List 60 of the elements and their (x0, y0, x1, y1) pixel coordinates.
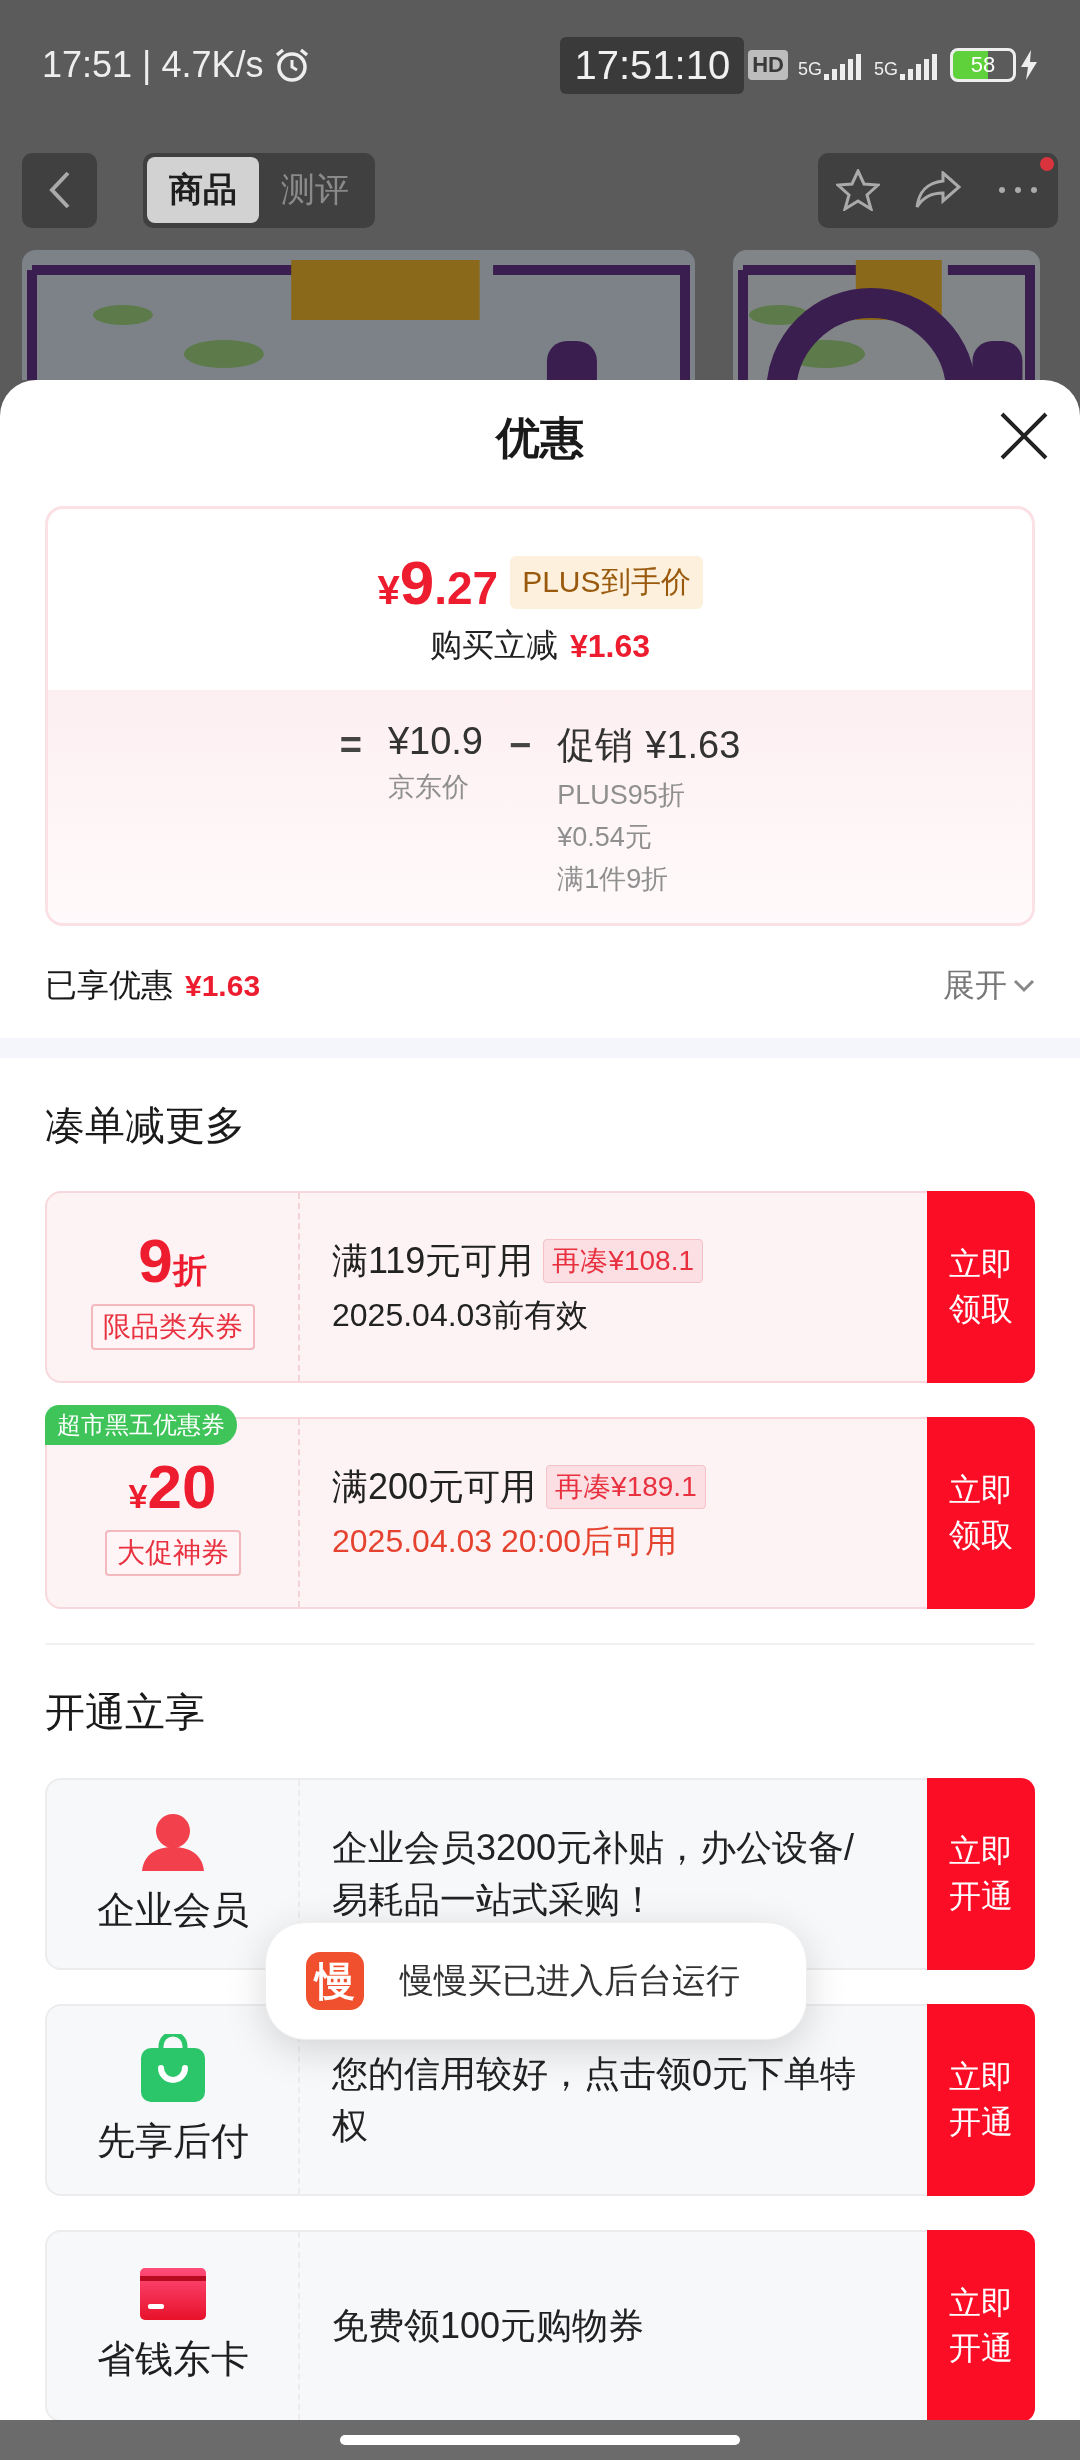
alarm-icon (273, 47, 310, 83)
tab[interactable]: 商品 (147, 157, 259, 223)
network-speed: 4.7K/s (161, 44, 264, 86)
coupon-condition: 满200元可用 (332, 1464, 537, 1509)
coupon-validity: 2025.04.03 20:00后可用 (332, 1521, 679, 1561)
coupon-ribbon: 超市黑五优惠券 (45, 1405, 237, 1445)
coupon-tag: 大促神券 (104, 1529, 241, 1576)
coupon-validity: 2025.04.03前有效 (332, 1295, 590, 1335)
final-price: ¥9.27 (377, 547, 499, 618)
clock-overlay: 17:51:10 (560, 36, 745, 94)
tab[interactable]: 测评 (259, 157, 371, 223)
coupon-tag: 限品类东券 (90, 1303, 255, 1350)
status-time: 17:51 (42, 44, 133, 86)
promo-detail: PLUS95折 (557, 779, 686, 812)
promo-label: 促销 (557, 723, 634, 768)
promo-detail: ¥0.54元 (557, 821, 653, 854)
claim-button[interactable]: 立即领取 (927, 1191, 1035, 1383)
savings-amount: ¥1.63 (185, 969, 261, 1003)
status-separator: | (142, 44, 152, 86)
chevron-down-icon (1013, 979, 1035, 993)
expand-button[interactable]: 展开 (943, 964, 1035, 1008)
service-description: 企业会员3200元补贴，办公设备/易耗品一站式采购！ (332, 1825, 856, 1922)
activate-button[interactable]: 立即开通 (927, 2004, 1035, 2196)
charging-icon (1020, 50, 1038, 80)
coupon-value: 9折 (138, 1224, 207, 1296)
remaining-amount-tag: 再凑¥189.1 (546, 1465, 706, 1509)
service-description: 免费领100元购物券 (332, 2303, 646, 2348)
person-icon (141, 1812, 204, 1871)
plus-price-badge: PLUS到手价 (510, 556, 703, 609)
activate-button[interactable]: 立即开通 (927, 2230, 1035, 2422)
section-title: 开通立享 (44, 1689, 206, 1736)
remaining-amount-tag: 再凑¥108.1 (543, 1239, 704, 1283)
service-name: 先享后付 (96, 2118, 249, 2164)
service-description: 您的信用较好，点击领0元下单特权 (332, 2051, 858, 2148)
network-label: 5G (874, 59, 898, 80)
toast-message: 慢慢买已进入后台运行 (400, 1960, 740, 2001)
card-icon (139, 2267, 206, 2320)
hd-badge: HD (748, 50, 788, 80)
sheet-title: 优惠 (496, 411, 584, 464)
activate-button[interactable]: 立即开通 (927, 1778, 1035, 1970)
savings-label: 已享优惠 (45, 966, 173, 1005)
back-icon (47, 170, 72, 210)
coupon-condition: 满119元可用 (332, 1238, 534, 1283)
equals-sign: = (339, 724, 362, 768)
claim-button[interactable]: 立即领取 (927, 1417, 1035, 1609)
minus-sign: − (509, 724, 532, 768)
shopping-bag-icon (140, 2033, 205, 2102)
discount-amount: ¥1.63 (569, 627, 651, 665)
service-name: 省钱东卡 (96, 2336, 249, 2382)
coupon-value: ¥20 (128, 1450, 217, 1522)
jd-price: ¥10.9 (387, 720, 483, 763)
section-title: 凑单减更多 (44, 1102, 246, 1149)
promo-detail: 满1件9折 (557, 863, 670, 896)
jd-price-label: 京东价 (387, 771, 470, 804)
network-label: 5G (797, 59, 822, 80)
promo-amount: ¥1.63 (645, 724, 741, 767)
app-icon: 慢 (306, 1952, 364, 2010)
service-name: 企业会员 (96, 1887, 249, 1933)
back-button[interactable] (22, 152, 97, 228)
discount-label: 购买立减 (429, 626, 558, 665)
